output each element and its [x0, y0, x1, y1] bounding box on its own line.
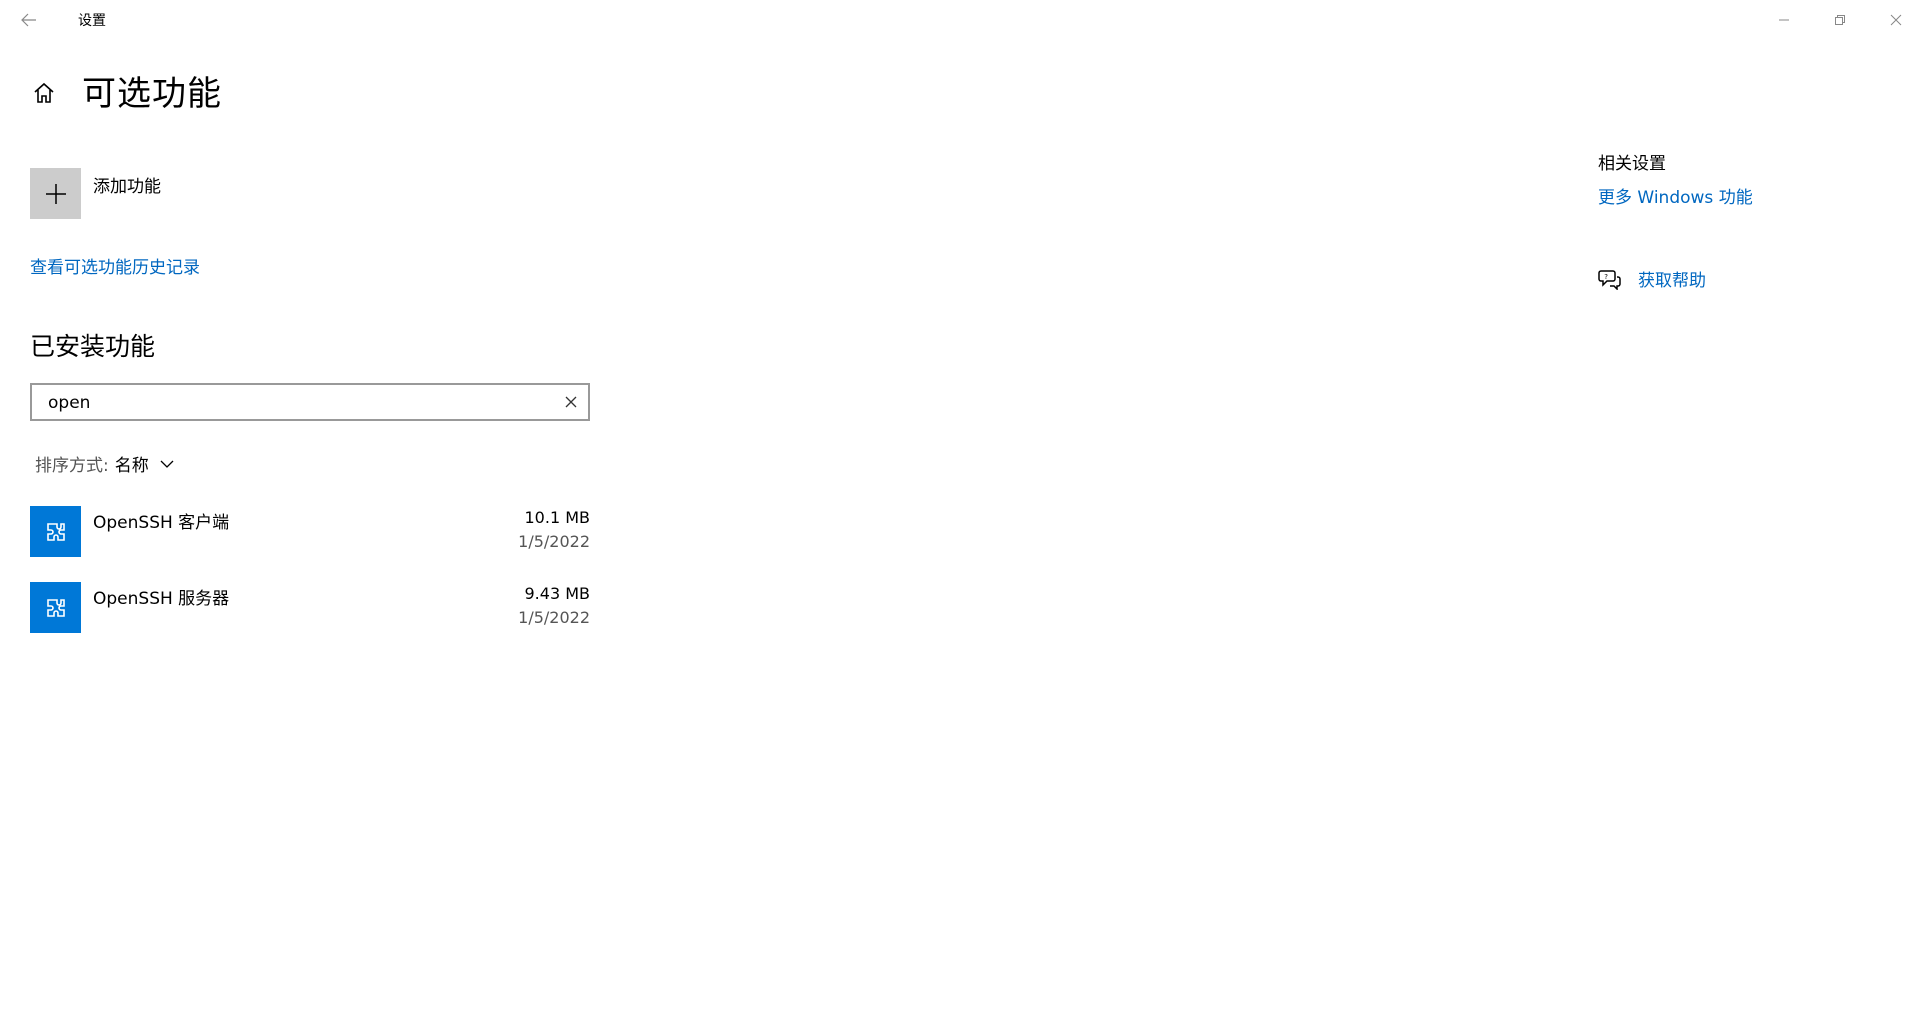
plus-icon — [45, 183, 66, 204]
minimize-icon — [1779, 19, 1789, 21]
list-item[interactable]: OpenSSH 客户端 10.1 MB 1/5/2022 — [30, 504, 590, 580]
installed-features-heading: 已安装功能 — [30, 332, 156, 361]
related-settings-heading: 相关设置 — [1598, 154, 1666, 174]
window-title: 设置 — [78, 13, 106, 29]
restore-button[interactable] — [1812, 0, 1868, 40]
get-help-row[interactable]: ? 获取帮助 — [1598, 266, 1706, 291]
search-box — [30, 383, 590, 421]
back-button[interactable] — [12, 6, 46, 34]
title-bar: 设置 — [0, 0, 1920, 40]
settings-window: 设置 可选功能 添加功能 查看可选功能历史记录 已安装功能 open 排序方式:… — [0, 0, 1920, 1030]
sort-dropdown[interactable]: 排序方式: 名称 — [35, 451, 175, 476]
chevron-down-icon — [159, 456, 175, 472]
feature-size: 9.43 MB — [524, 584, 591, 603]
feature-history-link[interactable]: 查看可选功能历史记录 — [30, 253, 200, 278]
add-feature-label: 添加功能 — [93, 177, 161, 197]
help-chat-icon: ? — [1598, 267, 1622, 291]
installed-feature-list: OpenSSH 客户端 10.1 MB 1/5/2022 OpenSSH 服务器… — [30, 504, 590, 656]
back-arrow-icon — [21, 13, 36, 27]
add-feature-button[interactable]: 添加功能 — [30, 168, 161, 220]
clear-search-button[interactable] — [562, 393, 580, 411]
svg-text:?: ? — [1604, 273, 1608, 281]
feature-size: 10.1 MB — [524, 508, 591, 527]
home-button[interactable] — [30, 79, 58, 107]
minimize-button[interactable] — [1756, 0, 1812, 40]
puzzle-icon — [30, 506, 81, 557]
list-item[interactable]: OpenSSH 服务器 9.43 MB 1/5/2022 — [30, 580, 590, 656]
close-button[interactable] — [1868, 0, 1920, 40]
puzzle-icon — [30, 582, 81, 633]
sort-value: 名称 — [114, 456, 149, 476]
clear-icon — [565, 396, 577, 408]
restore-icon — [1835, 15, 1845, 25]
sort-label: 排序方式: — [35, 456, 109, 476]
get-help-link: 获取帮助 — [1638, 271, 1706, 291]
feature-date: 1/5/2022 — [518, 608, 590, 627]
close-icon — [1890, 14, 1902, 26]
page-title: 可选功能 — [82, 74, 222, 114]
add-tile — [30, 168, 81, 219]
home-icon — [34, 82, 54, 103]
feature-date: 1/5/2022 — [518, 532, 590, 551]
feature-name: OpenSSH 客户端 — [93, 513, 230, 533]
search-input[interactable] — [46, 385, 550, 421]
more-windows-features-link[interactable]: 更多 Windows 功能 — [1598, 183, 1753, 208]
feature-name: OpenSSH 服务器 — [93, 589, 230, 609]
